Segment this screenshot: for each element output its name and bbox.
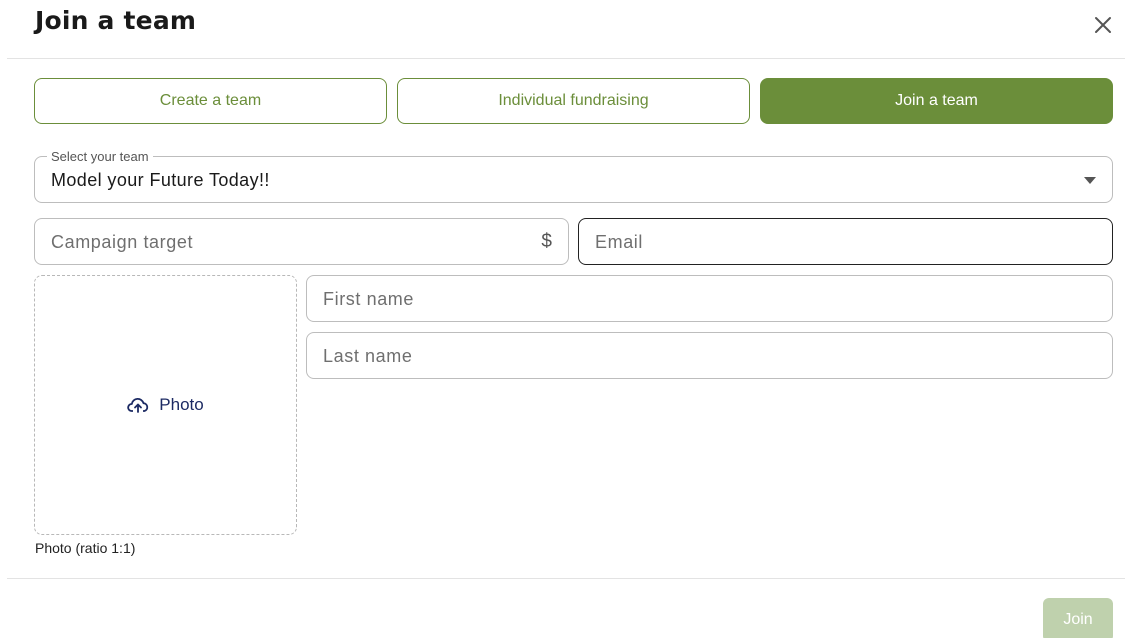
join-button[interactable]: Join	[1043, 598, 1113, 638]
first-name-placeholder: First name	[323, 289, 415, 309]
photo-caption: Photo (ratio 1:1)	[35, 540, 136, 556]
email-input[interactable]: Email	[578, 218, 1113, 265]
cloud-upload-icon	[127, 397, 149, 413]
last-name-input[interactable]: Last name	[306, 332, 1113, 379]
tab-create-team[interactable]: Create a team	[34, 78, 387, 124]
tab-individual-fundraising[interactable]: Individual fundraising	[397, 78, 750, 124]
footer-divider	[7, 578, 1125, 579]
team-select-label: Select your team	[47, 149, 153, 164]
photo-upload-content: Photo	[127, 395, 204, 415]
photo-upload-label: Photo	[159, 395, 204, 414]
team-select[interactable]: Select your team Model your Future Today…	[34, 149, 1113, 203]
dollar-adornment: $	[541, 231, 552, 252]
close-button[interactable]	[1090, 12, 1116, 38]
tab-join-team[interactable]: Join a team	[760, 78, 1113, 124]
first-name-input[interactable]: First name	[306, 275, 1113, 322]
header-divider	[7, 58, 1125, 59]
dropdown-arrow-icon	[1084, 177, 1096, 184]
photo-upload[interactable]: Photo	[34, 275, 297, 535]
close-icon	[1095, 17, 1111, 33]
mode-tabs: Create a team Individual fundraising Joi…	[34, 78, 1113, 124]
email-placeholder: Email	[595, 232, 644, 252]
dialog-header: Join a team	[0, 0, 1125, 58]
team-select-value: Model your Future Today!!	[51, 170, 270, 190]
last-name-placeholder: Last name	[323, 346, 413, 366]
campaign-target-placeholder: Campaign target	[51, 232, 194, 252]
join-team-dialog: Join a team Create a team Individual fun…	[0, 0, 1125, 638]
dialog-title: Join a team	[35, 6, 197, 35]
campaign-target-input[interactable]: Campaign target $	[34, 218, 569, 265]
